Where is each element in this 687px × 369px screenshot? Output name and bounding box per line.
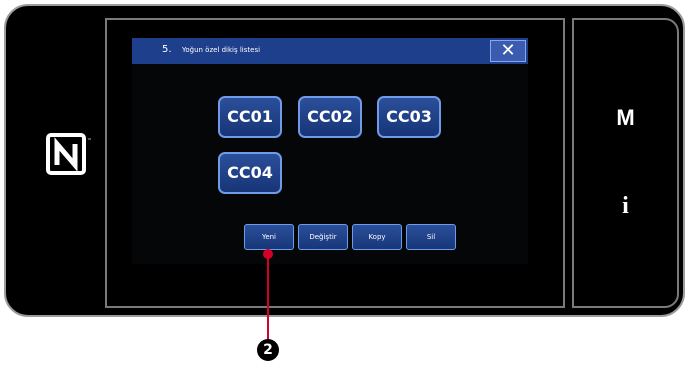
side-panel: M i (572, 18, 679, 308)
callout-badge: 2 (257, 339, 279, 361)
nfc-icon: ™ (46, 133, 92, 175)
close-button[interactable]: ✕ (490, 40, 526, 62)
pattern-button-cc04[interactable]: CC04 (218, 152, 282, 194)
dialog-title: Yoğun özel dikiş listesi (182, 46, 261, 54)
callout-line (267, 254, 269, 340)
edit-button[interactable]: Değiştir (298, 224, 348, 250)
pattern-button-cc03[interactable]: CC03 (377, 96, 441, 138)
new-button[interactable]: Yeni (244, 224, 294, 250)
pattern-list-dialog: 5. Yoğun özel dikiş listesi ✕ CC01 CC02 … (132, 38, 528, 264)
callout-dot (263, 249, 273, 259)
menu-key[interactable]: M (574, 105, 677, 131)
dialog-titlebar: 5. Yoğun özel dikiş listesi ✕ (132, 38, 528, 64)
copy-button[interactable]: Kopy (352, 224, 402, 250)
delete-button[interactable]: Sil (406, 224, 456, 250)
info-key[interactable]: i (574, 193, 677, 220)
close-icon: ✕ (500, 40, 516, 61)
pattern-button-cc02[interactable]: CC02 (298, 96, 362, 138)
dialog-number: 5. (162, 44, 172, 55)
svg-text:™: ™ (87, 138, 92, 144)
pattern-button-cc01[interactable]: CC01 (218, 96, 282, 138)
